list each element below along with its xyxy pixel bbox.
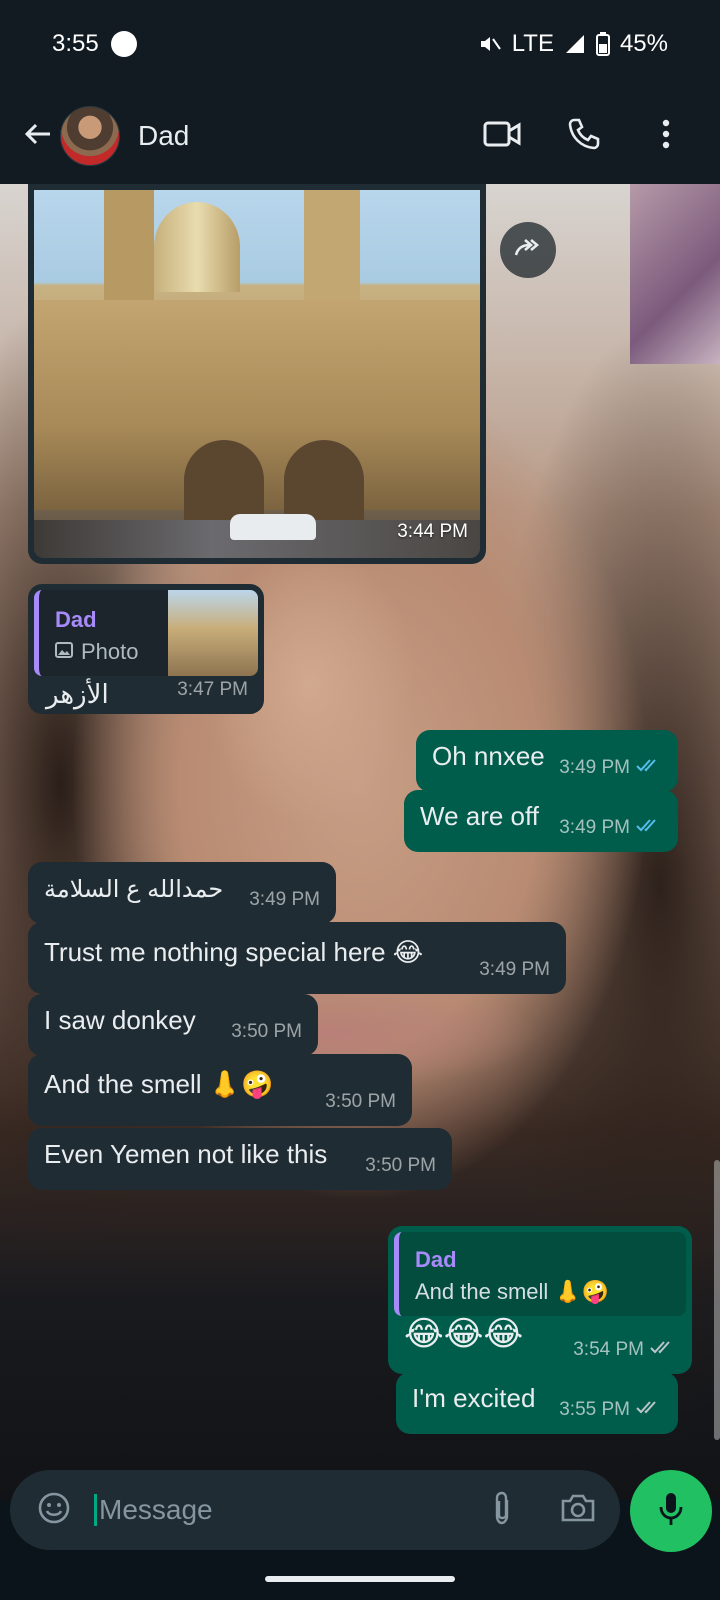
video-call-icon xyxy=(483,120,521,153)
reply-message-incoming[interactable]: Dad Photo الأزهر 3:47 PM xyxy=(28,584,264,714)
notification-dot-icon xyxy=(110,31,137,57)
forward-icon xyxy=(513,237,543,264)
message-composer xyxy=(10,1470,620,1550)
time-label: 3:55 PM xyxy=(559,1399,630,1420)
time-label: 3:49 PM xyxy=(559,817,630,838)
home-gesture-handle[interactable] xyxy=(265,1576,455,1582)
video-call-button[interactable] xyxy=(474,108,530,164)
quoted-sender: Dad xyxy=(55,607,97,632)
read-ticks-icon xyxy=(636,812,662,844)
voice-call-icon xyxy=(567,117,601,156)
microphone-icon xyxy=(658,1491,684,1532)
message-text: Even Yemen not like this xyxy=(44,1139,328,1169)
mosque-photo[interactable]: 3:44 PM xyxy=(34,190,480,558)
quoted-label: Photo xyxy=(81,639,139,664)
message-text: Oh nnxee xyxy=(432,741,545,771)
voice-message-button[interactable] xyxy=(630,1470,712,1552)
network-label: LTE xyxy=(511,30,554,57)
battery-percent: 45% xyxy=(619,30,668,57)
message-text: And the smell 👃🤪 xyxy=(44,1069,274,1099)
message-time: 3:44 PM xyxy=(397,521,468,542)
time-label: 3:54 PM xyxy=(573,1339,644,1360)
paperclip-icon xyxy=(491,1490,513,1531)
more-options-button[interactable] xyxy=(638,108,694,164)
mute-icon xyxy=(478,32,502,56)
system-nav-bar xyxy=(0,1556,720,1600)
signal-icon xyxy=(564,33,586,55)
image-message[interactable]: 3:44 PM xyxy=(28,184,486,564)
quoted-thumbnail xyxy=(168,590,258,676)
more-options-icon xyxy=(662,119,670,154)
message-time: 3:55 PM xyxy=(559,1394,662,1426)
wallpaper-detail xyxy=(630,184,720,364)
incoming-message[interactable]: Even Yemen not like this 3:50 PM xyxy=(28,1128,452,1190)
quoted-sender: Dad xyxy=(415,1247,457,1272)
time-label: 3:50 PM xyxy=(325,1091,396,1112)
message-text: 😂😂😂 xyxy=(404,1315,524,1353)
photo-icon xyxy=(55,636,73,668)
message-text: We are off xyxy=(420,801,539,831)
outgoing-message[interactable]: Oh nnxee 3:49 PM xyxy=(416,730,678,792)
time-label: 3:47 PM xyxy=(177,679,248,700)
time-label: 3:50 PM xyxy=(365,1155,436,1176)
incoming-message[interactable]: Trust me nothing special here 😂 3:49 PM xyxy=(28,922,566,994)
back-arrow-icon xyxy=(22,118,54,155)
quoted-type: Photo xyxy=(55,636,139,668)
message-text: حمدالله ع السلامة xyxy=(44,876,224,903)
chat-header: Dad xyxy=(0,88,720,184)
contact-avatar[interactable] xyxy=(60,106,120,166)
message-time: 3:50 PM xyxy=(231,1016,302,1048)
quoted-text: And the smell 👃🤪 xyxy=(415,1279,610,1304)
incoming-message[interactable]: I saw donkey 3:50 PM xyxy=(28,994,318,1056)
message-time: 3:50 PM xyxy=(365,1150,436,1182)
message-time: 3:49 PM xyxy=(559,752,662,784)
camera-icon xyxy=(560,1492,596,1529)
delivered-ticks-icon xyxy=(650,1334,676,1366)
time-label: 3:50 PM xyxy=(231,1021,302,1042)
attach-button[interactable] xyxy=(474,1482,530,1538)
quoted-message[interactable]: Dad And the smell 👃🤪 xyxy=(394,1232,686,1316)
outgoing-message[interactable]: We are off 3:49 PM xyxy=(404,790,678,852)
message-input[interactable] xyxy=(94,1494,474,1526)
emoji-icon xyxy=(37,1491,71,1530)
message-text: I'm excited xyxy=(412,1383,536,1413)
time-label: 3:49 PM xyxy=(479,959,550,980)
time-label: 3:49 PM xyxy=(559,757,630,778)
reply-message-outgoing[interactable]: Dad And the smell 👃🤪 😂😂😂 3:54 PM xyxy=(388,1226,692,1374)
time-label: 3:49 PM xyxy=(249,889,320,910)
incoming-message[interactable]: حمدالله ع السلامة 3:49 PM xyxy=(28,862,336,924)
status-time: 3:55 xyxy=(52,30,99,57)
emoji-button[interactable] xyxy=(26,1482,82,1538)
message-text: Trust me nothing special here 😂 xyxy=(44,937,424,967)
message-time: 3:49 PM xyxy=(559,812,662,844)
message-time: 3:50 PM xyxy=(325,1086,396,1118)
message-text: الأزهر xyxy=(46,679,109,709)
back-button[interactable] xyxy=(10,108,66,164)
status-bar: 3:55 LTE 45% xyxy=(0,0,720,88)
message-time: 3:47 PM xyxy=(177,674,248,706)
camera-button[interactable] xyxy=(550,1482,606,1538)
message-time: 3:49 PM xyxy=(479,954,550,986)
incoming-message[interactable]: And the smell 👃🤪 3:50 PM xyxy=(28,1054,412,1126)
message-time: 3:54 PM xyxy=(573,1334,676,1366)
chat-area[interactable]: 3:44 PM Dad Photo الأزهر 3:47 PM Oh nnxe… xyxy=(0,184,720,1500)
voice-call-button[interactable] xyxy=(556,108,612,164)
battery-icon xyxy=(595,32,610,56)
contact-name[interactable]: Dad xyxy=(138,120,189,152)
forward-button[interactable] xyxy=(500,222,556,278)
scrollbar[interactable] xyxy=(714,1160,720,1440)
message-text: I saw donkey xyxy=(44,1005,196,1035)
outgoing-message[interactable]: I'm excited 3:55 PM xyxy=(396,1372,678,1434)
delivered-ticks-icon xyxy=(636,1394,662,1426)
message-time: 3:49 PM xyxy=(249,884,320,916)
quoted-message[interactable]: Dad Photo xyxy=(34,590,258,676)
read-ticks-icon xyxy=(636,752,662,784)
